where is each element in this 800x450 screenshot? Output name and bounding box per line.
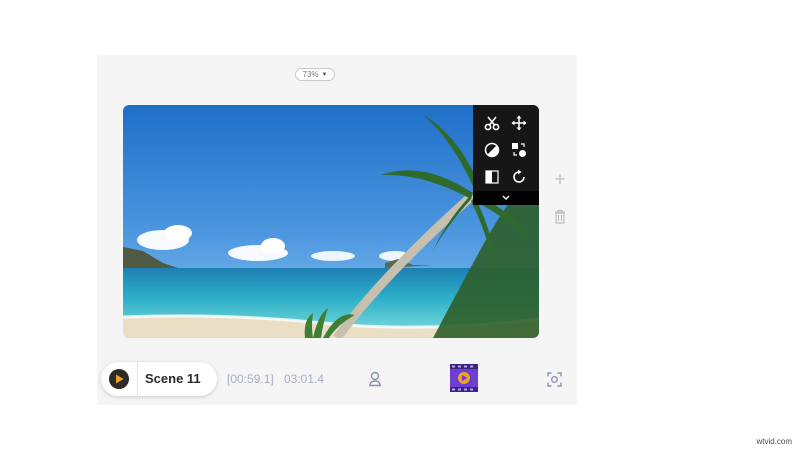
- scene-pill[interactable]: Scene 11: [101, 362, 217, 396]
- screen-capture-icon: [546, 371, 562, 387]
- scissors-icon[interactable]: [482, 113, 502, 133]
- scene-start-time: [00:59.1]: [227, 372, 274, 386]
- screen-capture-button[interactable]: [546, 371, 562, 387]
- video-preview[interactable]: [123, 105, 539, 338]
- film-clip-icon: [450, 364, 478, 392]
- zoom-level: 73%: [302, 70, 319, 79]
- total-duration: 03:01.4: [284, 372, 325, 386]
- contrast-icon[interactable]: [482, 140, 502, 160]
- toolbar-expand-button[interactable]: [473, 191, 539, 205]
- delete-scene-button[interactable]: [553, 208, 567, 224]
- edit-toolbar: [473, 105, 539, 205]
- zoom-dropdown[interactable]: 73% ▼: [295, 68, 335, 81]
- caret-down-icon: ▼: [321, 71, 328, 78]
- chevron-down-icon: [502, 195, 510, 200]
- pill-divider: [137, 362, 138, 396]
- editor-panel: 73% ▼ Scene 11 [00:59.1] 03:01.4: [97, 55, 577, 405]
- move-icon[interactable]: [509, 113, 529, 133]
- scene-bottom-bar: Scene 11 [00:59.1] 03:01.4: [97, 361, 577, 397]
- scene-title: Scene 11: [145, 371, 201, 386]
- media-button[interactable]: [449, 363, 479, 393]
- add-scene-button[interactable]: [553, 172, 567, 186]
- swap-layers-icon[interactable]: [509, 140, 529, 160]
- avatar-button[interactable]: [367, 371, 383, 387]
- play-button[interactable]: [109, 369, 129, 389]
- play-icon: [116, 374, 124, 384]
- split-mirror-icon[interactable]: [482, 167, 502, 187]
- plus-icon: [555, 174, 565, 184]
- trash-icon: [555, 209, 565, 224]
- rotate-icon[interactable]: [509, 167, 529, 187]
- watermark: wtvid.com: [756, 437, 792, 446]
- user-avatar-icon: [369, 371, 381, 387]
